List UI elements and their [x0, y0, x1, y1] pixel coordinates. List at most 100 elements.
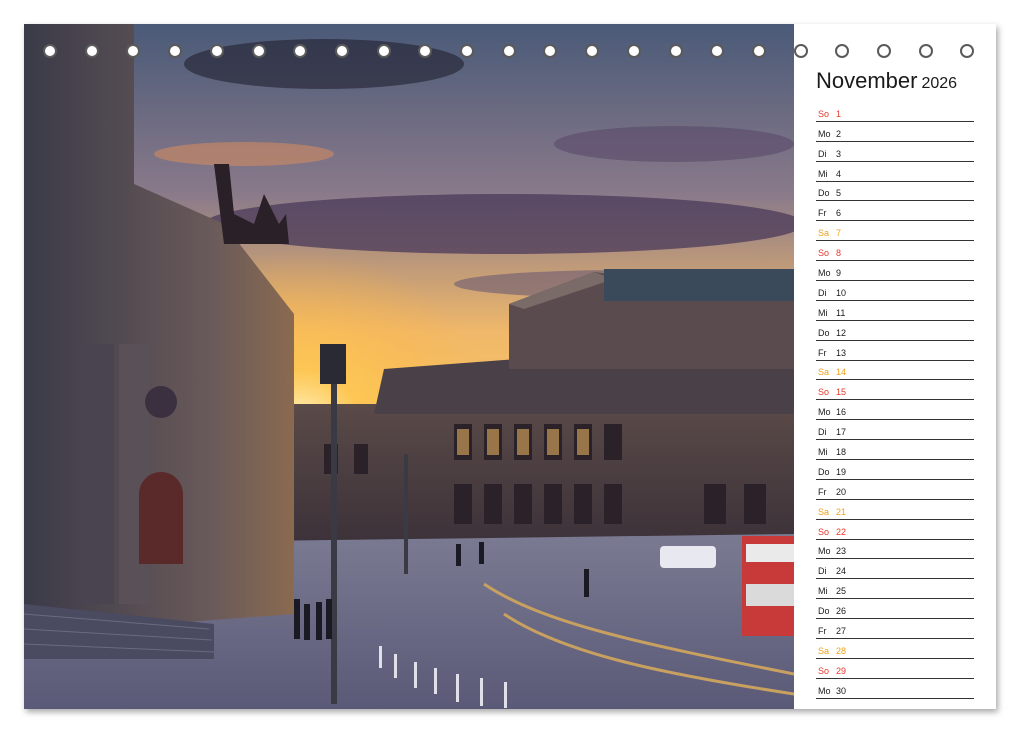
day-number: 24 — [836, 566, 847, 577]
day-row: Di 24 — [816, 559, 974, 580]
day-row: Mo 2 — [816, 122, 974, 142]
day-row: Fr 27 — [816, 619, 974, 640]
day-number: 28 — [836, 645, 847, 656]
day-row: Di 10 — [816, 281, 974, 301]
weekday-label: Di — [818, 287, 827, 298]
weekday-label: Sa — [818, 228, 830, 239]
day-number: 29 — [836, 665, 847, 676]
day-row: Sa 7 — [816, 221, 974, 242]
day-number: 8 — [836, 248, 842, 259]
day-row: Di 17 — [816, 420, 974, 441]
day-number: 5 — [836, 188, 842, 199]
binding-ring — [84, 44, 99, 58]
day-row: Mi 4 — [816, 162, 974, 182]
weekday-label: Mo — [818, 407, 831, 418]
day-number: 16 — [836, 407, 847, 418]
day-row: Do 19 — [816, 460, 974, 480]
day-number: 2 — [836, 128, 842, 139]
binding-ring — [501, 44, 516, 58]
binding-ring — [751, 44, 766, 58]
weekday-label: Mo — [818, 685, 831, 696]
day-number: 11 — [836, 307, 846, 318]
binding-ring — [251, 44, 266, 58]
weekday-label: Mi — [818, 447, 828, 458]
day-row: Sa 28 — [816, 639, 974, 659]
weekday-label: Fr — [818, 486, 827, 497]
day-number: 14 — [836, 367, 847, 378]
day-number: 20 — [836, 486, 847, 497]
calendar-sidebar: November 2026 So 1 Mo 2 Di 3 Mi 4 Do 5 Fr 6 Sa 7 So 8 Mo 9… — [794, 24, 996, 709]
binding-ring — [918, 44, 933, 58]
weekday-label: Mo — [818, 268, 831, 279]
day-number: 19 — [836, 466, 847, 477]
month-heading: November 2026 — [816, 68, 957, 94]
binding-ring — [376, 44, 391, 58]
day-number: 21 — [836, 506, 847, 517]
day-number: 30 — [836, 685, 847, 696]
day-row: Mo 9 — [816, 261, 974, 282]
day-row: Sa 21 — [816, 500, 974, 520]
day-number: 26 — [836, 606, 847, 617]
weekday-label: Di — [818, 148, 827, 159]
weekday-label: So — [818, 108, 830, 119]
weekday-label: Fr — [818, 208, 827, 219]
binding-ring — [43, 44, 57, 58]
year: 2026 — [921, 75, 958, 92]
day-number: 23 — [836, 546, 847, 557]
binding-ring — [626, 44, 641, 58]
day-number: 15 — [836, 387, 847, 398]
binding-ring — [877, 44, 891, 58]
weekday-label: Mi — [818, 586, 828, 597]
day-row: So 15 — [816, 380, 974, 401]
day-row: Fr 6 — [816, 201, 974, 222]
weekday-label: Sa — [818, 367, 830, 378]
day-list: So 1 Mo 2 Di 3 Mi 4 Do 5 Fr 6 Sa 7 So 8 Mo 9 Di 10 Mi 11 Do 12 F… — [816, 102, 974, 699]
weekday-label: Sa — [818, 506, 830, 517]
day-row: Mi 25 — [816, 579, 974, 600]
day-number: 17 — [836, 427, 847, 438]
weekday-label: Do — [818, 327, 830, 338]
day-row: So 8 — [816, 241, 974, 262]
binding-ring — [168, 44, 183, 58]
day-row: So 22 — [816, 520, 974, 540]
day-number: 7 — [836, 228, 842, 239]
day-row: Do 12 — [816, 321, 974, 341]
month-name: November — [816, 68, 918, 93]
day-number: 12 — [836, 327, 847, 338]
weekday-label: Fr — [818, 347, 827, 358]
day-row: Mi 18 — [816, 440, 974, 461]
day-number: 22 — [836, 526, 847, 537]
binding-ring — [460, 44, 474, 58]
day-row: Fr 20 — [816, 480, 974, 500]
binding-ring — [585, 44, 600, 58]
weekday-label: Mo — [818, 128, 831, 139]
day-number: 6 — [836, 208, 842, 219]
day-row: Fr 13 — [816, 341, 974, 361]
weekday-label: Do — [818, 606, 830, 617]
weekday-label: Di — [818, 566, 827, 577]
weekday-label: So — [818, 665, 830, 676]
day-row: So 1 — [816, 102, 974, 122]
day-row: Mo 16 — [816, 400, 974, 421]
day-row: Mo 30 — [816, 679, 974, 699]
day-row: Do 26 — [816, 599, 974, 620]
weekday-label: Mo — [818, 546, 831, 557]
calendar-page: November 2026 So 1 Mo 2 Di 3 Mi 4 Do 5 Fr 6 Sa 7 So 8 Mo 9… — [24, 24, 996, 709]
binding-ring — [793, 44, 808, 58]
day-number: 10 — [836, 287, 847, 298]
day-number: 25 — [836, 586, 847, 597]
weekday-label: Fr — [818, 626, 827, 637]
binding-ring — [334, 44, 349, 58]
weekday-label: Mi — [818, 307, 828, 318]
weekday-label: Do — [818, 188, 830, 199]
day-number: 4 — [836, 168, 842, 179]
day-row: Mi 11 — [816, 301, 974, 321]
binding-ring — [668, 44, 683, 58]
photo-dresden-semperoper-sunset — [24, 24, 794, 709]
weekday-label: Do — [818, 466, 830, 477]
day-number: 3 — [836, 148, 842, 159]
day-number: 1 — [836, 108, 842, 119]
weekday-label: So — [818, 248, 830, 259]
weekday-label: Sa — [818, 645, 830, 656]
day-row: Mo 23 — [816, 540, 974, 560]
